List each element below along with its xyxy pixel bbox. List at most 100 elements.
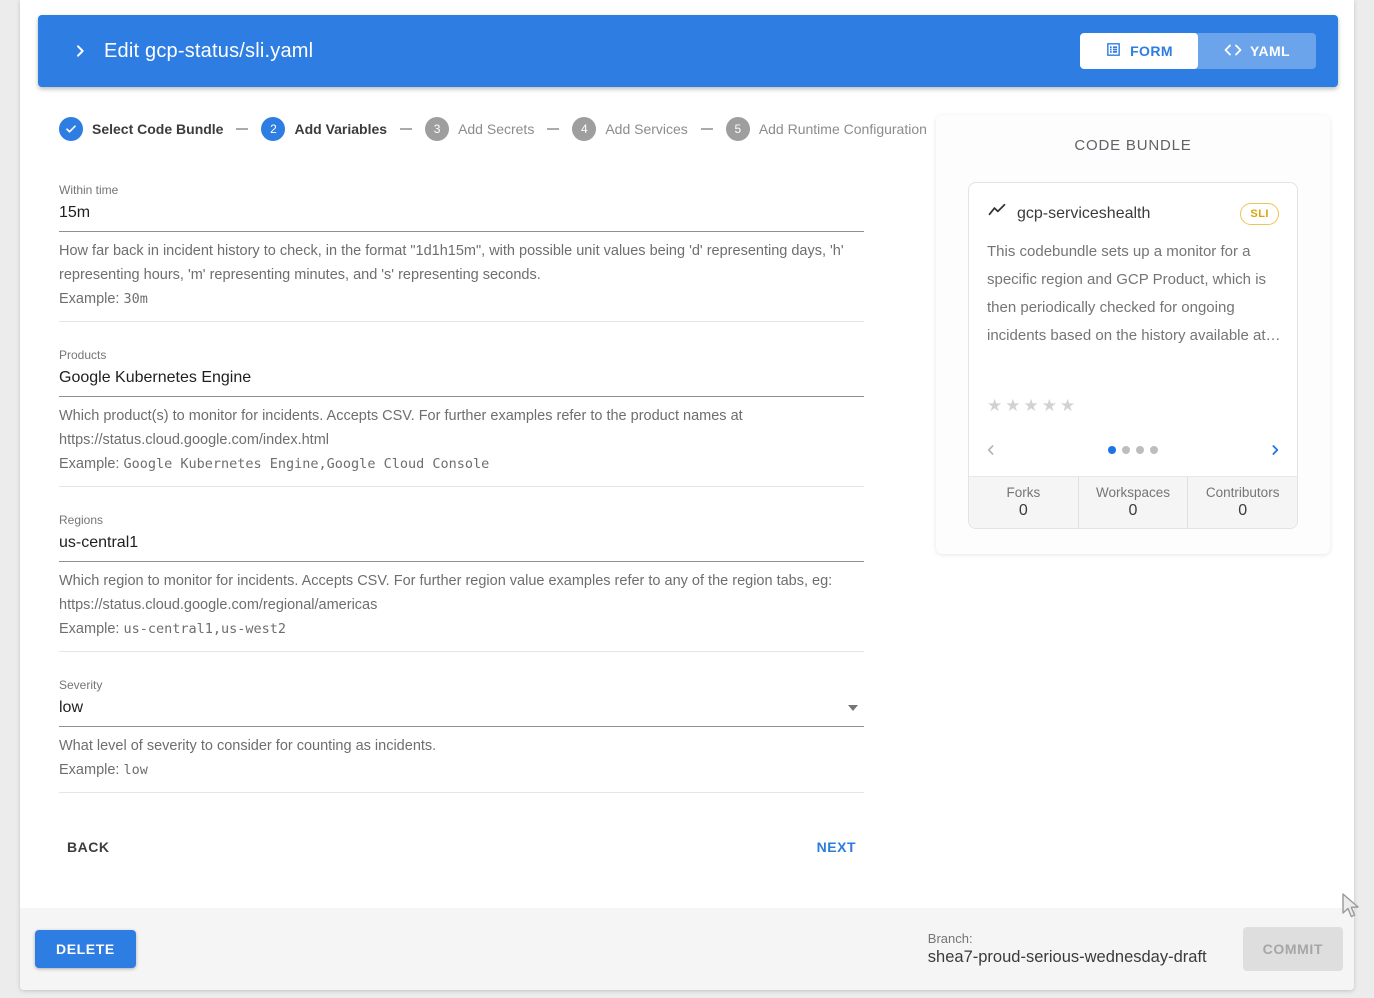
code-bundle-panel: CODE BUNDLE gcp-serviceshealth SLI This … (936, 115, 1330, 554)
field-divider (59, 651, 864, 652)
field-products: Products Google Kubernetes Engine Which … (59, 348, 864, 476)
step-label: Select Code Bundle (92, 121, 223, 137)
severity-select[interactable]: low (59, 698, 864, 727)
field-divider (59, 486, 864, 487)
sli-badge: SLI (1240, 203, 1279, 225)
stat-workspaces: Workspaces 0 (1078, 477, 1188, 528)
example-value: 30m (123, 291, 147, 307)
step-connector (236, 128, 248, 130)
star-icon: ★ (1042, 396, 1060, 415)
step-number: 5 (726, 117, 750, 141)
bundle-stats: Forks 0 Workspaces 0 Contributors 0 (969, 476, 1297, 528)
form-column: Select Code Bundle 2 Add Variables 3 Add… (59, 105, 864, 865)
carousel-next-icon[interactable] (1267, 442, 1283, 458)
dropdown-arrow-icon (848, 705, 858, 711)
rating-stars: ★★★★★ (987, 396, 1279, 416)
step-number: 2 (261, 117, 285, 141)
example-value: us-central1,us-west2 (123, 621, 286, 637)
code-bundle-name: gcp-serviceshealth (1017, 205, 1240, 223)
editor-appbar: Edit gcp-status/sli.yaml FORM YAML (38, 15, 1338, 87)
back-button[interactable]: BACK (59, 831, 117, 863)
step-add-runtime-configuration[interactable]: 5 Add Runtime Configuration (726, 117, 927, 141)
field-help: Which region to monitor for incidents. A… (59, 569, 864, 617)
field-example: Example: Google Kubernetes Engine,Google… (59, 452, 864, 476)
field-help: Which product(s) to monitor for incident… (59, 404, 864, 452)
field-value: Google Kubernetes Engine (59, 368, 864, 388)
field-value: low (59, 698, 848, 718)
carousel-dot[interactable] (1150, 446, 1158, 454)
field-label: Severity (59, 678, 864, 692)
step-label: Add Secrets (458, 121, 534, 137)
yaml-view-button[interactable]: YAML (1198, 33, 1316, 69)
bundle-carousel (983, 440, 1283, 460)
field-regions: Regions us-central1 Which region to moni… (59, 513, 864, 641)
field-severity: Severity low What level of severity to c… (59, 678, 864, 782)
stat-label: Workspaces (1079, 485, 1188, 500)
code-bundle-header: gcp-serviceshealth SLI (969, 183, 1297, 226)
example-label: Example: (59, 621, 119, 637)
stat-value: 0 (1079, 502, 1188, 520)
chevron-right-icon[interactable] (72, 43, 88, 59)
next-button[interactable]: NEXT (809, 831, 864, 863)
stat-forks: Forks 0 (969, 477, 1078, 528)
field-within-time: Within time 15m How far back in incident… (59, 183, 864, 311)
regions-input[interactable]: us-central1 (59, 533, 864, 562)
field-example: Example: low (59, 758, 864, 782)
commit-button[interactable]: COMMIT (1243, 927, 1343, 971)
editor-footer: DELETE Branch: shea7-proud-serious-wedne… (20, 908, 1354, 990)
yaml-view-label: YAML (1250, 43, 1290, 59)
products-input[interactable]: Google Kubernetes Engine (59, 368, 864, 397)
code-bundle-panel-title: CODE BUNDLE (936, 137, 1330, 154)
field-label: Regions (59, 513, 864, 527)
carousel-dot[interactable] (1108, 446, 1116, 454)
field-divider (59, 321, 864, 322)
step-number: 3 (425, 117, 449, 141)
field-value: us-central1 (59, 533, 864, 553)
field-help: What level of severity to consider for c… (59, 734, 864, 758)
example-label: Example: (59, 456, 119, 472)
field-example: Example: us-central1,us-west2 (59, 617, 864, 641)
step-label: Add Services (605, 121, 687, 137)
star-icon: ★ (1024, 396, 1042, 415)
step-select-code-bundle[interactable]: Select Code Bundle (59, 117, 223, 141)
field-label: Products (59, 348, 864, 362)
step-add-services[interactable]: 4 Add Services (572, 117, 687, 141)
field-value: 15m (59, 203, 864, 223)
field-label: Within time (59, 183, 864, 197)
step-connector (400, 128, 412, 130)
branch-info: Branch: shea7-proud-serious-wednesday-dr… (928, 931, 1207, 967)
step-label: Add Runtime Configuration (759, 121, 927, 137)
example-label: Example: (59, 762, 119, 778)
example-value: low (123, 762, 147, 778)
delete-button[interactable]: DELETE (35, 930, 136, 968)
code-bundle-card: gcp-serviceshealth SLI This codebundle s… (968, 182, 1298, 529)
form-list-icon (1105, 41, 1122, 61)
trending-chart-icon (987, 201, 1007, 226)
field-example: Example: 30m (59, 287, 864, 311)
carousel-dots (999, 446, 1267, 454)
code-icon (1224, 43, 1242, 60)
step-add-variables[interactable]: 2 Add Variables (261, 117, 387, 141)
carousel-dot[interactable] (1136, 446, 1144, 454)
step-label: Add Variables (294, 121, 387, 137)
within-time-input[interactable]: 15m (59, 203, 864, 232)
step-add-secrets[interactable]: 3 Add Secrets (425, 117, 534, 141)
stat-contributors: Contributors 0 (1187, 477, 1297, 528)
stat-value: 0 (969, 502, 1078, 520)
branch-name: shea7-proud-serious-wednesday-draft (928, 948, 1207, 967)
stepper: Select Code Bundle 2 Add Variables 3 Add… (59, 117, 864, 141)
carousel-dot[interactable] (1122, 446, 1130, 454)
star-icon: ★ (987, 396, 1005, 415)
form-view-label: FORM (1130, 43, 1173, 59)
form-view-button[interactable]: FORM (1080, 33, 1198, 69)
code-bundle-description: This codebundle sets up a monitor for a … (969, 238, 1298, 350)
stat-value: 0 (1188, 502, 1297, 520)
step-complete-check-icon (59, 117, 83, 141)
form-fields: Within time 15m How far back in incident… (59, 183, 864, 793)
step-number: 4 (572, 117, 596, 141)
step-connector (701, 128, 713, 130)
field-help: How far back in incident history to chec… (59, 239, 864, 287)
page-title: Edit gcp-status/sli.yaml (104, 40, 313, 63)
carousel-prev-icon[interactable] (983, 442, 999, 458)
editor-card: Edit gcp-status/sli.yaml FORM YAML (20, 0, 1354, 990)
